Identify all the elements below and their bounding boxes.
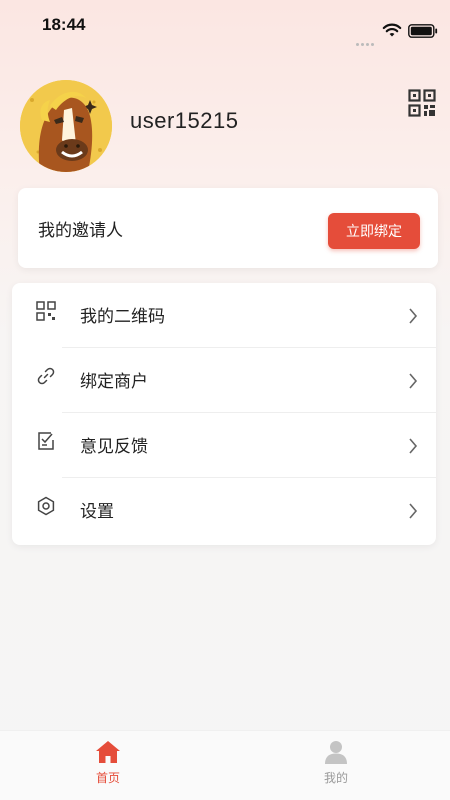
inviter-card: 我的邀请人 立即绑定: [18, 188, 438, 268]
qr-code-icon: [36, 301, 56, 321]
chevron-right-icon: [409, 373, 418, 389]
tab-bar: 首页 我的: [0, 730, 450, 800]
chevron-right-icon: [409, 438, 418, 454]
home-icon: [96, 741, 120, 763]
user-icon: [325, 741, 347, 764]
menu-item-settings[interactable]: 设置: [12, 478, 436, 543]
tab-label: 我的: [323, 771, 348, 785]
tab-home[interactable]: 首页: [48, 731, 168, 800]
settings-icon: [37, 496, 55, 516]
signal-dots-icon: [356, 31, 378, 46]
menu-item-label: 意见反馈: [80, 437, 148, 457]
avatar[interactable]: [20, 80, 112, 172]
feedback-icon: [38, 432, 54, 450]
link-icon: [37, 367, 55, 385]
status-bar: 18:44: [0, 0, 450, 46]
username: user15215: [130, 108, 239, 133]
tab-label: 首页: [95, 771, 120, 785]
menu-item-feedback[interactable]: 意见反馈: [12, 413, 436, 478]
chevron-right-icon: [409, 503, 418, 519]
status-time: 18:44: [42, 15, 86, 34]
menu-item-label: 设置: [80, 502, 114, 522]
menu-item-label: 绑定商户: [80, 372, 148, 392]
tab-mine[interactable]: 我的: [276, 731, 396, 800]
wifi-icon: [382, 23, 402, 37]
menu-item-bind-merchant[interactable]: 绑定商户: [12, 348, 436, 413]
chevron-right-icon: [409, 308, 418, 324]
inviter-label: 我的邀请人: [38, 221, 123, 241]
menu-item-my-qr-code[interactable]: 我的二维码: [12, 283, 436, 348]
qr-code-icon[interactable]: [408, 89, 436, 117]
horse-avatar-icon: [20, 80, 112, 172]
battery-icon: [408, 24, 438, 38]
menu-list: 我的二维码 绑定商户 意见反馈 设置: [12, 283, 436, 545]
menu-item-label: 我的二维码: [80, 307, 165, 327]
bind-now-button[interactable]: 立即绑定: [328, 213, 420, 249]
